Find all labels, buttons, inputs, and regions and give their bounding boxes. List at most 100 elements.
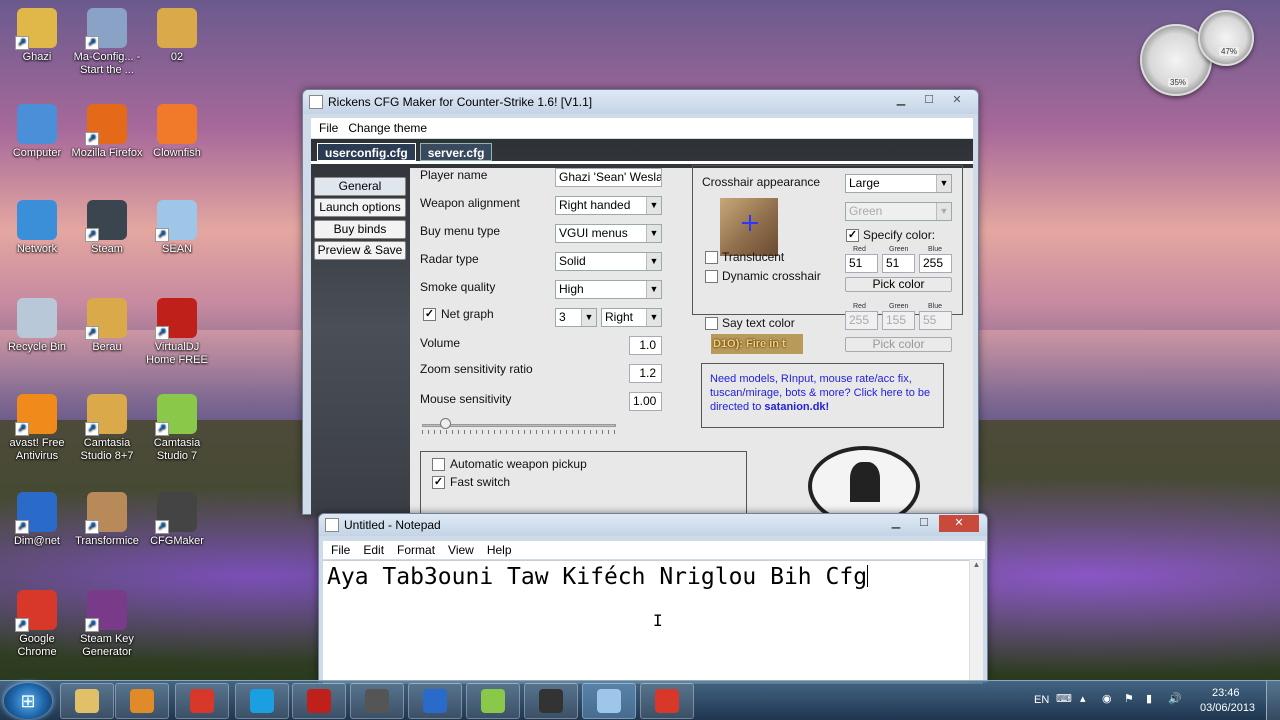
notepad-menu-edit[interactable]: Edit bbox=[363, 543, 384, 557]
notepad-scrollbar[interactable]: ▲ bbox=[969, 560, 983, 684]
notepad-menu-help[interactable]: Help bbox=[487, 543, 512, 557]
desktop-icon[interactable]: Transformice bbox=[71, 492, 143, 548]
taskbar-app-button[interactable] bbox=[175, 683, 229, 719]
transformice-icon bbox=[85, 492, 127, 534]
notepad-title: Untitled - Notepad bbox=[344, 518, 441, 532]
volume-icon[interactable]: 🔊 bbox=[1168, 692, 1182, 705]
desktop-icon-label: Steam Key Generator bbox=[80, 633, 134, 658]
desktop-icon[interactable]: Dim@net bbox=[1, 492, 73, 548]
desktop-icon[interactable]: Network bbox=[1, 200, 73, 256]
tray-arrow-icon[interactable]: ▴ bbox=[1080, 692, 1086, 705]
say-text-color-checkbox[interactable] bbox=[705, 317, 718, 330]
start-button[interactable]: ⊞ bbox=[4, 683, 52, 719]
desktop-icon[interactable]: avast! Free Antivirus bbox=[1, 394, 73, 463]
notepad-menu-file[interactable]: File bbox=[331, 543, 350, 557]
taskbar-app-button[interactable] bbox=[350, 683, 404, 719]
flag-icon[interactable]: ⚑ bbox=[1124, 692, 1134, 705]
clock-date[interactable]: 03/06/2013 bbox=[1200, 702, 1255, 714]
taskbar-app-button[interactable] bbox=[235, 683, 289, 719]
net-graph-position-select[interactable]: Right ▼ bbox=[601, 308, 662, 327]
desktop-icon[interactable]: SEAN bbox=[141, 200, 213, 256]
memory-gauge-gadget[interactable]: 47% bbox=[1198, 10, 1254, 66]
side-button-general[interactable]: General bbox=[314, 177, 406, 196]
desktop-icon[interactable]: Clownfish bbox=[141, 104, 213, 160]
signal-icon[interactable]: ▮ bbox=[1146, 692, 1152, 705]
taskbar-app-button[interactable] bbox=[60, 683, 114, 719]
weapon-alignment-select[interactable]: Right handed ▼ bbox=[555, 196, 662, 215]
taskbar-app-button[interactable] bbox=[292, 683, 346, 719]
desktop-icon[interactable]: Ghazi bbox=[1, 8, 73, 64]
mouse-sensitivity-input[interactable]: 1.00 bbox=[629, 392, 662, 411]
dynamic-crosshair-checkbox[interactable] bbox=[705, 270, 718, 283]
cfg-window-title: Rickens CFG Maker for Counter-Strike 1.6… bbox=[328, 95, 593, 109]
radar-type-select[interactable]: Solid ▼ bbox=[555, 252, 662, 271]
maximize-button[interactable]: ☐ bbox=[916, 92, 942, 109]
desktop-icon[interactable]: Steam Key Generator bbox=[71, 590, 143, 659]
crosshair-size-select[interactable]: Large ▼ bbox=[845, 174, 952, 193]
promo-link[interactable]: satanion.dk! bbox=[764, 401, 829, 413]
taskbar-app-button[interactable] bbox=[408, 683, 462, 719]
desktop-icon[interactable]: Camtasia Studio 8+7 bbox=[71, 394, 143, 463]
volume-input[interactable]: 1.0 bbox=[629, 336, 662, 355]
desktop-icon[interactable]: VirtualDJ Home FREE bbox=[141, 298, 213, 367]
side-button-buy-binds[interactable]: Buy binds bbox=[314, 220, 406, 239]
language-indicator[interactable]: EN bbox=[1034, 694, 1049, 706]
notepad-text-area[interactable]: Aya Tab3ouni Taw Kiféch Nriglou Bih Cfg … bbox=[323, 560, 971, 684]
side-button-preview-save[interactable]: Preview & Save bbox=[314, 241, 406, 260]
mouse-sensitivity-slider[interactable] bbox=[422, 418, 616, 434]
desktop-icon[interactable]: Berau bbox=[71, 298, 143, 354]
notepad-menu-format[interactable]: Format bbox=[397, 543, 435, 557]
net-graph-number-select[interactable]: 3 ▼ bbox=[555, 308, 597, 327]
crosshair-blue-input[interactable]: 255 bbox=[919, 254, 952, 273]
notepad-minimize-button[interactable]: ▁ bbox=[883, 515, 909, 532]
tab-server[interactable]: server.cfg bbox=[419, 143, 493, 161]
translucent-checkbox[interactable] bbox=[705, 251, 718, 264]
desktop-icon[interactable]: Ma-Config... - Start the ... bbox=[71, 8, 143, 77]
specify-color-checkbox[interactable]: ✓ bbox=[846, 229, 859, 242]
smoke-quality-select[interactable]: High ▼ bbox=[555, 280, 662, 299]
close-button[interactable]: ✕ bbox=[944, 92, 970, 109]
network-tray-icon[interactable]: ◉ bbox=[1102, 692, 1112, 705]
desktop-icon[interactable]: CFGMaker bbox=[141, 492, 213, 548]
promo-link-box[interactable]: Need models, RInput, mouse rate/acc fix,… bbox=[701, 363, 944, 428]
desktop-icon[interactable]: Computer bbox=[1, 104, 73, 160]
player-name-input[interactable]: Ghazi 'Sean' Weslati bbox=[555, 168, 662, 187]
notepad-menu-view[interactable]: View bbox=[448, 543, 474, 557]
say-red-label: Red bbox=[853, 303, 866, 310]
taskbar-app-button[interactable] bbox=[524, 683, 578, 719]
keyboard-icon[interactable]: ⌨ bbox=[1056, 692, 1072, 705]
taskbar-app-button[interactable] bbox=[115, 683, 169, 719]
desktop-icon[interactable]: Mozilla Firefox bbox=[71, 104, 143, 160]
crosshair-pick-color-button[interactable]: Pick color bbox=[845, 277, 952, 292]
notepad-maximize-button[interactable]: ☐ bbox=[911, 515, 937, 532]
desktop-icon[interactable]: Camtasia Studio 7 bbox=[141, 394, 213, 463]
auto-pickup-checkbox[interactable] bbox=[432, 458, 445, 471]
desktop-icon[interactable]: Steam bbox=[71, 200, 143, 256]
cfg-window-titlebar[interactable]: Rickens CFG Maker for Counter-Strike 1.6… bbox=[303, 90, 978, 114]
slider-thumb[interactable] bbox=[440, 418, 452, 429]
crosshair-green-input[interactable]: 51 bbox=[882, 254, 915, 273]
user-folder-icon bbox=[15, 8, 57, 50]
taskbar-app-button[interactable] bbox=[466, 683, 520, 719]
crosshair-red-input[interactable]: 51 bbox=[845, 254, 878, 273]
net-graph-checkbox[interactable]: ✓ bbox=[423, 308, 436, 321]
fast-switch-checkbox[interactable]: ✓ bbox=[432, 476, 445, 489]
tab-userconfig[interactable]: userconfig.cfg bbox=[317, 143, 416, 161]
cfg-menubar: File Change theme bbox=[311, 118, 973, 138]
clock-time[interactable]: 23:46 bbox=[1212, 687, 1240, 699]
explorer-icon bbox=[75, 689, 99, 713]
notepad-close-button[interactable]: ✕ bbox=[939, 515, 979, 532]
buy-menu-select[interactable]: VGUI menus ▼ bbox=[555, 224, 662, 243]
desktop-icon[interactable]: 02 bbox=[141, 8, 213, 64]
taskbar-app-button[interactable] bbox=[640, 683, 694, 719]
taskbar-app-button[interactable] bbox=[582, 683, 636, 719]
desktop-icon[interactable]: Recycle Bin bbox=[1, 298, 73, 354]
zoom-sensitivity-input[interactable]: 1.2 bbox=[629, 364, 662, 383]
menu-file[interactable]: File bbox=[319, 121, 338, 135]
side-button-launch-options[interactable]: Launch options bbox=[314, 198, 406, 217]
menu-change-theme[interactable]: Change theme bbox=[348, 121, 427, 135]
show-desktop-button[interactable] bbox=[1266, 681, 1280, 720]
desktop-icon[interactable]: Google Chrome bbox=[1, 590, 73, 659]
crosshair-red-label: Red bbox=[853, 246, 866, 253]
minimize-button[interactable]: ▁ bbox=[888, 92, 914, 109]
